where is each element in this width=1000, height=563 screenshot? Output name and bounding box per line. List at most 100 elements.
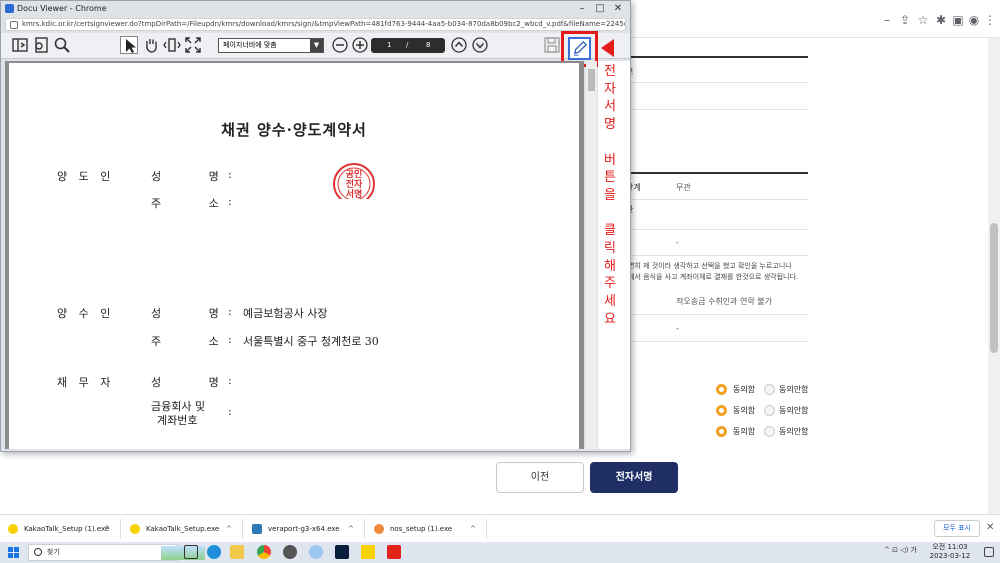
signature-pen-button[interactable] — [568, 37, 591, 60]
taskbar-clock[interactable]: 오전 11:03 2023-03-12 — [926, 543, 974, 561]
page-total: 8 — [426, 41, 431, 49]
debtor-label: 채 무 자 — [57, 376, 115, 389]
nos-file-icon — [374, 524, 384, 534]
close-icon[interactable]: ✕ — [986, 522, 994, 533]
extension-icon[interactable]: ✱ — [934, 13, 948, 27]
fit-height-icon[interactable] — [163, 36, 181, 54]
windows-start-icon[interactable] — [8, 547, 19, 558]
svg-text:서명: 서명 — [346, 188, 363, 199]
agree-radio[interactable] — [716, 405, 727, 416]
info-row: 적오송금 수취인과 연락 불가 — [620, 286, 808, 315]
viewer-scrollbar[interactable] — [586, 61, 597, 449]
page-current[interactable]: 1 — [387, 38, 391, 53]
colon: : — [228, 333, 232, 346]
e-sign-button[interactable]: 전자서명 — [590, 462, 678, 493]
chevron-up-icon[interactable]: ^ — [348, 515, 354, 543]
digital-seal-stamp: 공인 전자 서명 — [331, 161, 377, 199]
sidebar-icon[interactable]: ▣ — [951, 13, 965, 27]
agree-radio[interactable] — [716, 426, 727, 437]
viewer-title: Docu Viewer - Chrome — [17, 4, 107, 13]
taskbar-search-placeholder: 찾기 — [47, 548, 60, 556]
chrome-menu-icon[interactable]: ⋮ — [983, 13, 997, 27]
window-minimize-icon[interactable]: – — [575, 2, 589, 16]
kakaotalk-icon[interactable] — [361, 545, 375, 559]
info-row: - — [620, 230, 808, 256]
info-row: 관계 무관 — [620, 174, 808, 200]
hand-pan-icon[interactable] — [142, 36, 160, 54]
save-icon[interactable] — [543, 36, 561, 54]
chevron-up-icon[interactable]: ^ — [104, 515, 110, 543]
kakaotalk-file-icon — [130, 524, 140, 534]
disagree-label: 동의안함 — [779, 427, 809, 436]
agree-label: 동의함 — [733, 427, 756, 436]
page-setup-icon[interactable] — [32, 36, 50, 54]
fullscreen-icon[interactable] — [184, 36, 202, 54]
file-explorer-icon[interactable] — [230, 545, 244, 559]
info-row: - — [620, 315, 808, 342]
colon: : — [228, 374, 232, 387]
info-row: 한 — [620, 200, 808, 230]
show-all-downloads-button[interactable]: 모두 표시 — [934, 520, 980, 537]
settings-icon[interactable] — [283, 545, 297, 559]
download-item[interactable]: KakaoTalk_Setup (1).exe ^ — [0, 515, 118, 543]
next-page-icon[interactable] — [471, 36, 489, 54]
chrome-icon[interactable] — [257, 545, 271, 559]
colon: : — [228, 195, 232, 208]
bank-label-line2: 계좌번호 — [157, 414, 198, 427]
viewer-url-bar[interactable]: kmrs.kdic.or.kr/certsignviewer.do?tmpDir… — [5, 18, 626, 31]
clock-date: 2023-03-12 — [929, 552, 971, 560]
notification-icon[interactable] — [984, 547, 994, 557]
info-row — [620, 83, 808, 110]
disagree-label: 동의안함 — [779, 385, 809, 394]
sign-instruction-annotation: 전자서명 버튼을 클릭해주세요 — [604, 64, 616, 327]
taskbar-search-input[interactable]: 찾기 — [28, 544, 205, 561]
select-cursor-icon[interactable] — [120, 36, 138, 54]
prev-button[interactable]: 이전 — [496, 462, 584, 493]
viewer-scrollbar-thumb[interactable] — [588, 69, 595, 91]
disagree-radio[interactable] — [764, 405, 775, 416]
window-maximize-icon[interactable]: □ — [593, 2, 607, 16]
thumbnail-panel-icon[interactable] — [11, 36, 29, 54]
zoom-select[interactable]: 페이지너비에 맞춤 ▼ — [218, 38, 324, 53]
task-view-icon[interactable] — [184, 545, 198, 559]
profile-icon[interactable]: ◉ — [967, 13, 981, 27]
colon: : — [228, 168, 232, 181]
photoshop-icon[interactable] — [335, 545, 349, 559]
svg-text:전자: 전자 — [346, 178, 363, 190]
info-note: 면히 제 것이라 생각하고 선택을 했고 확인을 누르고니나 — [628, 262, 792, 270]
zoom-select-value: 페이지너비에 맞춤 — [223, 41, 277, 49]
disagree-radio[interactable] — [764, 426, 775, 437]
acrobat-icon[interactable] — [387, 545, 401, 559]
taskbar: 찾기 ^ ⊡ ◁) 가 오전 11:03 2023-03-12 — [0, 542, 1000, 563]
download-item[interactable]: veraport-g3-x64.exe ^ — [244, 515, 362, 543]
viewer-toolbar: 페이지너비에 맞춤 ▼ 1 / 8 — [1, 33, 630, 59]
prev-page-icon[interactable] — [450, 36, 468, 54]
document-page: 채권 양수·양도계약서 양 도 인 성 명 : 주 소 : 공인 전자 서명 양… — [9, 63, 579, 449]
info-note: 에서 음식을 사고 계좌이체로 결제를 한것으로 생각됩니다. — [628, 273, 799, 281]
share-icon[interactable]: ⇪ — [898, 13, 912, 27]
disagree-radio[interactable] — [764, 384, 775, 395]
window-close-icon[interactable]: ✕ — [611, 2, 625, 16]
installer-file-icon — [252, 524, 262, 534]
chevron-up-icon[interactable]: ^ — [226, 515, 232, 543]
edge-icon[interactable] — [207, 545, 221, 559]
chevron-up-icon[interactable]: ^ — [470, 515, 476, 543]
download-item[interactable]: nos_setup (1).exe ^ — [366, 515, 484, 543]
document-canvas: 채권 양수·양도계약서 양 도 인 성 명 : 주 소 : 공인 전자 서명 양… — [5, 61, 584, 449]
paint-icon[interactable] — [309, 545, 323, 559]
zoom-out-icon[interactable] — [331, 36, 349, 54]
page-indicator[interactable]: 1 / 8 — [371, 38, 445, 53]
zoom-in-icon[interactable] — [351, 36, 369, 54]
system-tray[interactable]: ^ ⊡ ◁) 가 — [884, 545, 917, 555]
search-icon[interactable] — [53, 36, 71, 54]
agree-radio[interactable] — [716, 384, 727, 395]
colon: : — [228, 405, 232, 418]
minimize-icon[interactable]: – — [880, 13, 894, 27]
bookmark-star-icon[interactable]: ☆ — [916, 13, 930, 27]
chevron-down-icon: ▼ — [310, 39, 323, 52]
download-item[interactable]: KakaoTalk_Setup.exe ^ — [122, 515, 240, 543]
viewer-title-bar: Docu Viewer - Chrome – □ ✕ — [1, 1, 630, 17]
page-scrollbar[interactable] — [988, 38, 1000, 518]
agree-label: 동의함 — [733, 385, 756, 394]
page-scrollbar-thumb[interactable] — [990, 223, 998, 353]
